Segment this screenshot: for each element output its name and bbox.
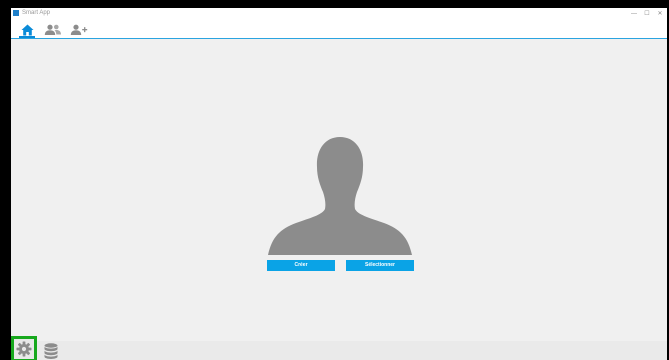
maximize-button[interactable]: ☐ [644, 11, 650, 17]
title-bar: Smart App — ☐ ✕ [11, 8, 667, 19]
main-content: Créer Sélectionner [11, 39, 667, 341]
close-button[interactable]: ✕ [657, 11, 663, 17]
tab-users[interactable] [42, 21, 64, 38]
add-user-icon [70, 24, 88, 35]
settings-button[interactable] [11, 336, 37, 360]
app-window: Smart App — ☐ ✕ Créer Sélectionner [11, 8, 667, 360]
app-icon [13, 10, 19, 16]
users-icon [44, 24, 61, 35]
select-button[interactable]: Sélectionner [346, 260, 414, 271]
person-silhouette-icon [268, 137, 412, 255]
home-icon [21, 24, 33, 35]
bottom-bar [11, 336, 667, 360]
database-icon [44, 343, 58, 359]
gear-icon [16, 341, 32, 357]
database-button[interactable] [44, 343, 58, 359]
create-button[interactable]: Créer [267, 260, 335, 271]
tab-home[interactable] [16, 21, 38, 38]
window-controls: — ☐ ✕ [631, 8, 663, 19]
tab-add-user[interactable] [68, 21, 90, 38]
window-title: Smart App [22, 10, 51, 16]
minimize-button[interactable]: — [631, 11, 637, 17]
nav-bar [11, 19, 667, 39]
